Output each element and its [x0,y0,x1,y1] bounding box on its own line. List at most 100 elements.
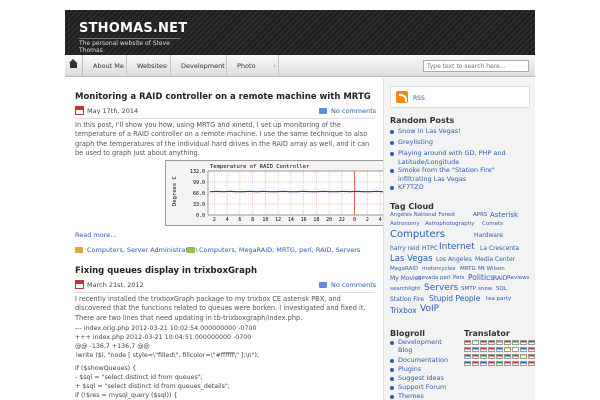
flag-icon[interactable] [472,354,479,359]
tag-link[interactable]: Computers [390,230,445,240]
random-post-link[interactable]: KF7TZO [398,183,518,192]
flag-icon[interactable] [528,354,535,359]
tag-link[interactable]: HTPC [422,246,438,252]
flag-icon[interactable] [528,347,535,352]
blogroll-link[interactable]: Documentation [398,356,448,364]
home-icon[interactable] [65,55,83,77]
flag-icon[interactable] [496,340,503,345]
post-tags[interactable]: Computers, MegaRAID, MRTG, perl, RAID, S… [199,246,360,254]
calendar-icon [75,280,84,289]
post-title[interactable]: Monitoring a RAID controller on a remote… [75,92,371,102]
tag-link[interactable]: RAID [493,276,507,282]
flag-icon[interactable] [480,347,487,352]
flag-icon[interactable] [464,340,471,345]
tag-link[interactable]: motorcycles [422,266,455,273]
tag-link[interactable]: VoIP [420,305,439,314]
nav-item-photo-gallery[interactable]: Photo Gallery› [227,55,279,92]
tag-link[interactable]: Astrophotography [425,221,475,228]
tag-link[interactable]: Los Angeles [436,257,472,263]
tag-link[interactable]: Hardware [474,233,503,239]
tag-link[interactable]: Servers [424,284,458,293]
flag-icon[interactable] [520,340,527,345]
flag-icon[interactable] [504,361,511,366]
flag-icon[interactable] [472,361,479,366]
flag-icon[interactable] [488,361,495,366]
flag-icon[interactable] [520,354,527,359]
flag-icon[interactable] [504,347,511,352]
comments-link[interactable]: No comments [331,281,376,289]
blogroll-link[interactable]: Support Forum [398,383,446,391]
tag-link[interactable]: perl [440,275,451,282]
blogroll-link[interactable]: Suggest Ideas [398,374,444,382]
flag-icon[interactable] [488,340,495,345]
tag-link[interactable]: SQL [496,286,507,293]
blogroll-link[interactable]: Plugins [398,365,421,373]
blogroll-link[interactable]: Themes [398,392,424,400]
nav-item-websites[interactable]: Websites › [127,55,171,77]
flag-icon[interactable] [488,354,495,359]
flag-icon[interactable] [528,340,535,345]
tag-link[interactable]: APRS [473,212,487,219]
tag-link[interactable]: Mt Wilson [478,266,505,273]
tag-link[interactable]: Comets [482,221,503,228]
tag-link[interactable]: SMTP [461,286,476,293]
flag-icon[interactable] [496,354,503,359]
tag-link[interactable]: Politics [468,274,494,282]
flag-icon[interactable] [512,340,519,345]
tag-link[interactable]: Asterisk [490,212,518,219]
tag-link[interactable]: Stupid People [429,295,480,303]
tag-link[interactable]: MegaRAID [390,266,418,273]
tag-link[interactable]: nevada [418,275,438,282]
flag-icon[interactable] [488,347,495,352]
random-post-link[interactable]: Snow in Las Vegas! [398,127,518,136]
nav-item-about-me[interactable]: About Me › [83,55,127,77]
flag-icon[interactable] [472,340,479,345]
tag-link[interactable]: Las Vegas [390,255,433,264]
random-post-link[interactable]: Smoke from the "Station Fire" infiltrati… [398,166,518,183]
search-input[interactable] [423,60,529,72]
post-categories[interactable]: Computers, Server Administration [87,246,198,254]
flag-icon[interactable] [480,354,487,359]
tag-link[interactable]: Media Center [475,257,515,263]
tag-link[interactable]: Station Fire [390,297,424,303]
flag-icon[interactable] [464,354,471,359]
flag-icon[interactable] [504,354,511,359]
flag-icon[interactable] [480,361,487,366]
tag-link[interactable]: harry reid [390,246,419,252]
flag-icon[interactable] [512,354,519,359]
flag-icon[interactable] [464,347,471,352]
blogroll-link[interactable]: Development Blog [398,338,452,354]
read-more-link[interactable]: Read more... [75,231,116,239]
flag-icon[interactable] [496,361,503,366]
tag-link[interactable]: searchlight [390,286,420,293]
tag-link[interactable]: Astronomy [390,221,420,228]
site-header: STHOMAS.NET The personal website of Stev… [65,10,535,55]
tag-link[interactable]: La Crescenta [480,246,519,252]
post-title[interactable]: Fixing queues display in trixboxGraph [75,266,257,276]
flag-icon[interactable] [504,340,511,345]
flag-icon[interactable] [512,347,519,352]
flag-icon[interactable] [472,347,479,352]
tag-link[interactable]: Pets [453,275,465,282]
tag-link[interactable]: Angeles National Forest [390,212,455,219]
tag-link[interactable]: Trixbox [390,307,417,315]
tag-link[interactable]: snow [478,286,492,293]
flag-icon[interactable] [464,361,471,366]
flag-icon[interactable] [480,340,487,345]
tag-link[interactable]: tea party [486,296,511,303]
random-post-link[interactable]: Greylisting [398,138,518,147]
tag-link[interactable]: Internet [439,243,475,252]
flag-icon[interactable] [520,361,527,366]
random-post-link[interactable]: Playing around with GD, PHP and Latitude… [398,149,518,166]
comments-link[interactable]: No comments [331,107,376,115]
flag-icon[interactable] [520,347,527,352]
nav-item-development[interactable]: Development › [171,55,227,77]
rss-feed[interactable]: RSS [390,86,530,108]
flag-icon[interactable] [528,361,535,366]
tag-link[interactable]: MRTG [460,266,476,273]
flag-icon[interactable] [512,361,519,366]
tag-link[interactable]: Reviews [507,275,530,282]
tag-link[interactable]: My Movies [390,276,422,282]
flag-icon[interactable] [496,347,503,352]
site-title[interactable]: STHOMAS.NET [79,21,187,36]
